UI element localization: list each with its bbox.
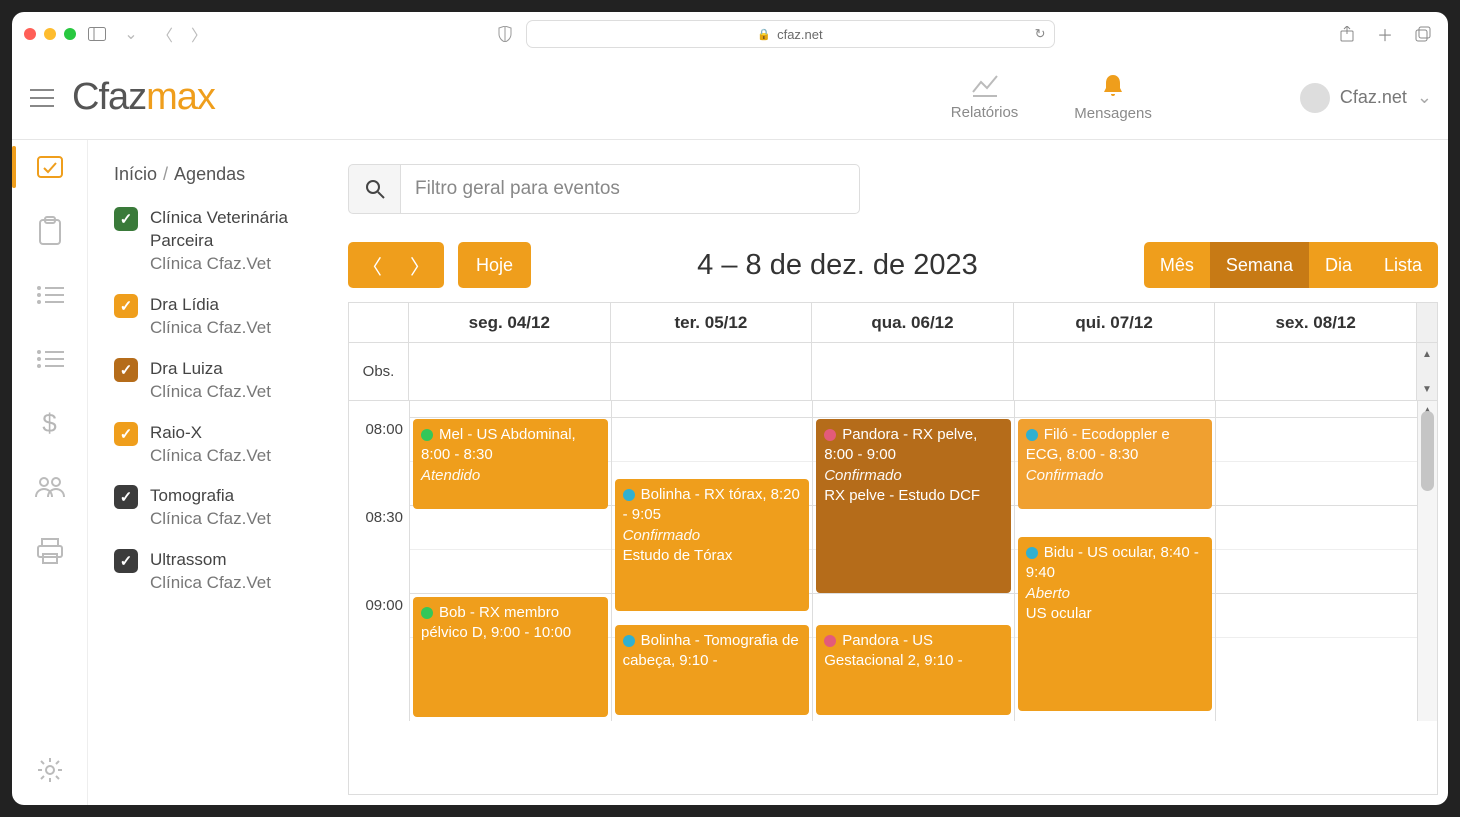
- maximize-window-button[interactable]: [64, 28, 76, 40]
- event[interactable]: Mel - US Abdominal, 8:00 - 8:30 Atendido: [413, 419, 608, 509]
- checkbox-icon[interactable]: ✓: [114, 294, 138, 318]
- avatar: [1300, 83, 1330, 113]
- status-dot-icon: [623, 635, 635, 647]
- nav-people[interactable]: [35, 472, 65, 502]
- event[interactable]: Bob - RX membro pélvico D, 9:00 - 10:00: [413, 597, 608, 717]
- agenda-item[interactable]: ✓UltrassomClínica Cfaz.Vet: [114, 549, 328, 595]
- scroll-down-icon[interactable]: ▼: [1417, 380, 1437, 398]
- checkbox-icon[interactable]: ✓: [114, 549, 138, 573]
- browser-titlebar: ⌄ 〈 〉 🔒 cfaz.net ↻ ＋: [12, 12, 1448, 56]
- new-tab-icon[interactable]: ＋: [1372, 21, 1398, 47]
- lock-icon: 🔒: [757, 28, 771, 41]
- event[interactable]: Pandora - US Gestacional 2, 9:10 -: [816, 625, 1011, 715]
- scroll-up-icon[interactable]: ▲: [1417, 345, 1437, 363]
- breadcrumb: Início/Agendas: [114, 164, 328, 185]
- view-month[interactable]: Mês: [1144, 242, 1210, 288]
- nav-list1[interactable]: [35, 280, 65, 310]
- event[interactable]: Filó - Ecodoppler e ECG, 8:00 - 8:30 Con…: [1018, 419, 1213, 509]
- status-dot-icon: [824, 635, 836, 647]
- reports-button[interactable]: Relatórios: [923, 74, 1047, 121]
- sidebar-toggle-icon[interactable]: [84, 21, 110, 47]
- checkbox-icon[interactable]: ✓: [114, 422, 138, 446]
- agenda-item[interactable]: ✓TomografiaClínica Cfaz.Vet: [114, 485, 328, 531]
- status-dot-icon: [421, 429, 433, 441]
- titlebar-dropdown-icon[interactable]: ⌄: [118, 21, 144, 47]
- app-logo: Cfazmax: [72, 76, 215, 119]
- checkbox-icon[interactable]: ✓: [114, 207, 138, 231]
- back-button[interactable]: 〈: [152, 21, 178, 47]
- status-dot-icon: [421, 607, 433, 619]
- event[interactable]: Bolinha - RX tórax, 8:20 - 9:05 Confirma…: [615, 479, 810, 611]
- chevron-down-icon: ⌄: [1417, 87, 1432, 108]
- event[interactable]: Bidu - US ocular, 8:40 - 9:40 Aberto US …: [1018, 537, 1213, 711]
- nav-print[interactable]: [35, 536, 65, 566]
- minimize-window-button[interactable]: [44, 28, 56, 40]
- checkbox-icon[interactable]: ✓: [114, 485, 138, 509]
- app-header: Cfazmax Relatórios Mensagens Cfaz.net ⌄: [12, 56, 1448, 140]
- prev-button[interactable]: 〈: [348, 242, 396, 288]
- shield-icon[interactable]: [492, 21, 518, 47]
- bell-icon: [1101, 73, 1125, 99]
- menu-button[interactable]: [12, 89, 72, 107]
- nav-finance[interactable]: $: [35, 408, 65, 438]
- view-day[interactable]: Dia: [1309, 242, 1368, 288]
- status-dot-icon: [824, 429, 836, 441]
- status-dot-icon: [1026, 547, 1038, 559]
- agenda-list: ✓Clínica Veterinária ParceiraClínica Cfa…: [114, 207, 328, 595]
- nav-agenda[interactable]: [35, 152, 65, 182]
- day-header: qua. 06/12: [812, 303, 1014, 342]
- event[interactable]: Pandora - RX pelve, 8:00 - 9:00 Confirma…: [816, 419, 1011, 593]
- calendar-grid: seg. 04/12 ter. 05/12 qua. 06/12 qui. 07…: [348, 302, 1438, 795]
- nav-rail: $: [12, 140, 88, 805]
- today-button[interactable]: Hoje: [458, 242, 531, 288]
- tabs-icon[interactable]: [1410, 21, 1436, 47]
- chart-icon: [971, 74, 999, 98]
- search-input[interactable]: [400, 164, 860, 214]
- nav-settings[interactable]: [35, 755, 65, 785]
- forward-button[interactable]: 〉: [186, 21, 212, 47]
- share-icon[interactable]: [1334, 21, 1360, 47]
- search-icon: [348, 164, 400, 214]
- url-bar[interactable]: 🔒 cfaz.net ↻: [526, 20, 1055, 48]
- reload-icon[interactable]: ↻: [1035, 26, 1046, 42]
- nav-list2[interactable]: [35, 344, 65, 374]
- date-range-title: 4 – 8 de dez. de 2023: [531, 249, 1144, 282]
- close-window-button[interactable]: [24, 28, 36, 40]
- view-list[interactable]: Lista: [1368, 242, 1438, 288]
- breadcrumb-root[interactable]: Início: [114, 164, 157, 184]
- agenda-item[interactable]: ✓Dra LuizaClínica Cfaz.Vet: [114, 358, 328, 404]
- day-header: qui. 07/12: [1014, 303, 1216, 342]
- agenda-item[interactable]: ✓Raio-XClínica Cfaz.Vet: [114, 422, 328, 468]
- window-controls: [24, 28, 76, 40]
- messages-button[interactable]: Mensagens: [1046, 73, 1180, 122]
- nav-clipboard[interactable]: [35, 216, 65, 246]
- day-header: seg. 04/12: [409, 303, 611, 342]
- day-header: ter. 05/12: [611, 303, 813, 342]
- breadcrumb-page: Agendas: [174, 164, 245, 184]
- status-dot-icon: [1026, 429, 1038, 441]
- status-dot-icon: [623, 489, 635, 501]
- obs-label: Obs.: [349, 343, 409, 400]
- next-button[interactable]: 〉: [396, 242, 444, 288]
- url-text: cfaz.net: [777, 27, 823, 42]
- day-header: sex. 08/12: [1215, 303, 1417, 342]
- scrollbar[interactable]: ▲: [1417, 401, 1437, 721]
- event[interactable]: Bolinha - Tomografia de cabeça, 9:10 -: [615, 625, 810, 715]
- view-week[interactable]: Semana: [1210, 242, 1309, 288]
- user-menu[interactable]: Cfaz.net ⌄: [1300, 83, 1432, 113]
- agenda-item[interactable]: ✓Dra LídiaClínica Cfaz.Vet: [114, 294, 328, 340]
- agenda-item[interactable]: ✓Clínica Veterinária ParceiraClínica Cfa…: [114, 207, 328, 276]
- checkbox-icon[interactable]: ✓: [114, 358, 138, 382]
- scroll-thumb[interactable]: [1421, 411, 1434, 491]
